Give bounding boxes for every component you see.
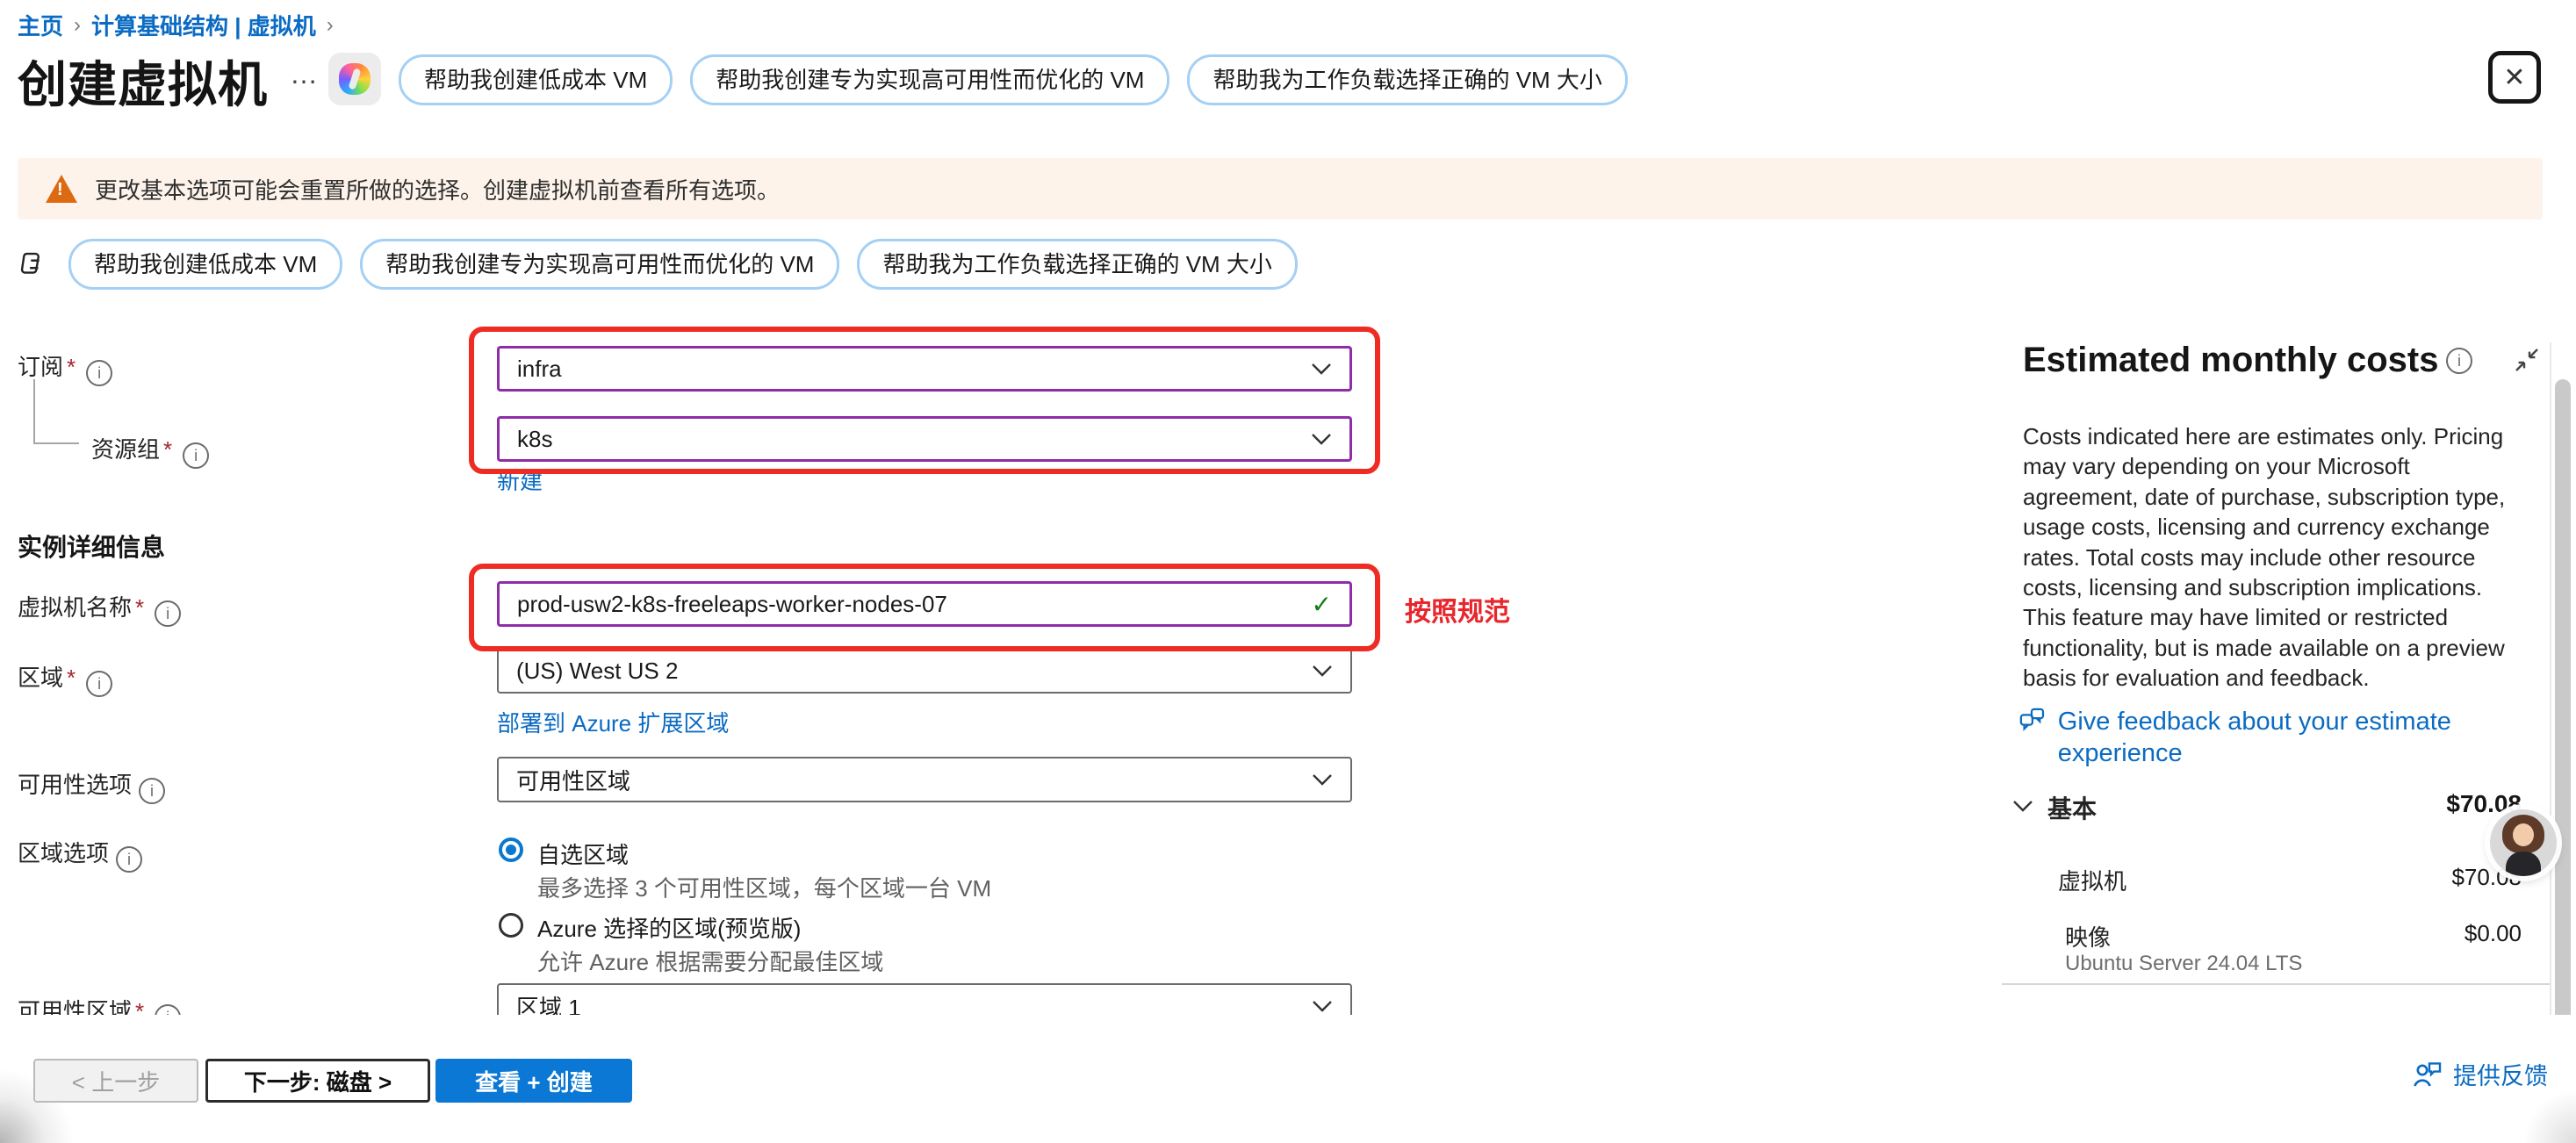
vm-name-label: 虚拟机名称*i (18, 590, 181, 627)
radio-azure-selected-zones[interactable] (499, 913, 523, 938)
previous-button[interactable]: < 上一步 (33, 1059, 198, 1103)
copilot-outline-icon (18, 249, 47, 279)
chevron-down-icon (1311, 432, 1332, 446)
cost-row-value: $0.00 (2464, 920, 2522, 947)
chip-low-cost-vm[interactable]: 帮助我创建低成本 VM (68, 239, 342, 290)
cost-panel-title: Estimated monthly costs (2023, 341, 2438, 380)
scrollbar-thumb[interactable] (2555, 379, 2571, 1032)
create-new-resource-group-link[interactable]: 新建 (497, 464, 543, 496)
info-icon[interactable]: i (2446, 348, 2472, 374)
cost-row-label: 虚拟机 (2058, 864, 2126, 896)
copilot-suggestion-chips-inline: 帮助我创建低成本 VM 帮助我创建专为实现高可用性而优化的 VM 帮助我为工作负… (18, 239, 1298, 290)
availability-options-label: 可用性选项i (18, 767, 165, 804)
panel-divider (2002, 983, 2550, 985)
more-options-icon[interactable]: … (290, 58, 320, 90)
next-disks-button[interactable]: 下一步: 磁盘 > (205, 1059, 430, 1103)
chip-low-cost-vm[interactable]: 帮助我创建低成本 VM (399, 54, 673, 105)
cost-row-subtext: Ubuntu Server 24.04 LTS (2065, 952, 2302, 976)
give-feedback-link[interactable]: 提供反馈 (2413, 1057, 2548, 1091)
avatar[interactable] (2490, 809, 2557, 876)
collapse-panel-icon[interactable] (2515, 348, 2539, 372)
review-create-button[interactable]: 查看 + 创建 (435, 1059, 632, 1103)
warning-icon (46, 175, 77, 203)
subscription-dropdown[interactable]: infra (497, 346, 1352, 392)
close-icon: ✕ (2503, 62, 2525, 93)
radio-self-select-zones[interactable] (499, 837, 523, 862)
cost-panel-disclaimer: Costs indicated here are estimates only.… (2023, 421, 2522, 694)
info-icon[interactable]: i (86, 360, 112, 386)
chip-high-availability-vm[interactable]: 帮助我创建专为实现高可用性而优化的 VM (360, 239, 839, 290)
chip-high-availability-vm[interactable]: 帮助我创建专为实现高可用性而优化的 VM (690, 54, 1169, 105)
radio-self-select-zones-desc: 最多选择 3 个可用性区域，每个区域一台 VM (537, 871, 991, 903)
valid-check-icon: ✓ (1312, 590, 1332, 619)
tree-connector (33, 379, 35, 442)
feedback-bubbles-icon (2019, 706, 2046, 734)
warning-banner: 更改基本选项可能会重置所做的选择。创建虚拟机前查看所有选项。 (18, 158, 2543, 219)
create-vm-page: 主页 › 计算基础结构 | 虚拟机 › 创建虚拟机 … 帮助我创建低成本 VM … (0, 0, 2576, 1143)
region-label: 区域*i (18, 660, 112, 697)
zone-options-label: 区域选项i (18, 836, 142, 873)
info-icon[interactable]: i (183, 442, 209, 469)
info-icon[interactable]: i (155, 600, 181, 627)
breadcrumb-parent-link[interactable]: 计算基础结构 | 虚拟机 (91, 9, 316, 41)
vm-name-input[interactable]: prod-usw2-k8s-freeleaps-worker-nodes-07 … (497, 581, 1352, 627)
extended-zones-link[interactable]: 部署到 Azure 扩展区域 (497, 706, 729, 738)
chevron-down-icon (1311, 362, 1332, 376)
estimate-feedback-link[interactable]: Give feedback about your estimate experi… (2019, 706, 2546, 769)
chevron-down-icon (1312, 664, 1333, 678)
copilot-button[interactable] (328, 53, 381, 105)
chevron-down-icon (1312, 999, 1333, 1013)
chevron-down-icon (1312, 773, 1333, 787)
page-title: 创建虚拟机 (18, 46, 268, 117)
radio-self-select-zones-label[interactable]: 自选区域 (537, 837, 629, 870)
resource-group-dropdown[interactable]: k8s (497, 416, 1352, 462)
tree-connector (33, 442, 79, 444)
info-icon[interactable]: i (139, 778, 165, 804)
warning-text: 更改基本选项可能会重置所做的选择。创建虚拟机前查看所有选项。 (95, 173, 780, 205)
avatar-body (2506, 852, 2541, 876)
copilot-suggestion-chips-top: 帮助我创建低成本 VM 帮助我创建专为实现高可用性而优化的 VM 帮助我为工作负… (399, 54, 1628, 105)
copilot-icon (339, 63, 371, 95)
required-asterisk: * (67, 665, 76, 691)
breadcrumb: 主页 › 计算基础结构 | 虚拟机 › (18, 9, 334, 41)
cost-group-label[interactable]: 基本 (2047, 790, 2097, 825)
radio-azure-selected-zones-desc: 允许 Azure 根据需要分配最佳区域 (537, 945, 883, 977)
close-button[interactable]: ✕ (2488, 51, 2541, 104)
breadcrumb-separator-icon: › (74, 13, 81, 38)
cost-row-label: 映像 (2065, 920, 2111, 952)
chevron-down-icon[interactable] (2012, 799, 2033, 813)
required-asterisk: * (67, 354, 76, 380)
annotation-text: 按照规范 (1405, 590, 1510, 629)
avatar-face (2513, 823, 2534, 846)
resource-group-label: 资源组*i (91, 432, 209, 469)
chip-right-vm-size[interactable]: 帮助我为工作负载选择正确的 VM 大小 (857, 239, 1297, 290)
required-asterisk: * (163, 436, 172, 463)
breadcrumb-separator-icon: › (327, 13, 334, 38)
availability-options-dropdown[interactable]: 可用性区域 (497, 757, 1352, 802)
subscription-label: 订阅*i (18, 349, 112, 386)
radio-azure-selected-zones-label[interactable]: Azure 选择的区域(预览版) (537, 911, 801, 944)
breadcrumb-home-link[interactable]: 主页 (18, 9, 63, 41)
required-asterisk: * (135, 594, 144, 621)
info-icon[interactable]: i (116, 846, 142, 873)
footer-bar: < 上一步 下一步: 磁盘 > 查看 + 创建 提供反馈 (0, 1015, 2576, 1143)
feedback-person-icon (2413, 1061, 2443, 1088)
info-icon[interactable]: i (86, 671, 112, 697)
chip-right-vm-size[interactable]: 帮助我为工作负载选择正确的 VM 大小 (1187, 54, 1627, 105)
region-dropdown[interactable]: (US) West US 2 (497, 648, 1352, 694)
instance-details-header: 实例详细信息 (18, 528, 165, 564)
